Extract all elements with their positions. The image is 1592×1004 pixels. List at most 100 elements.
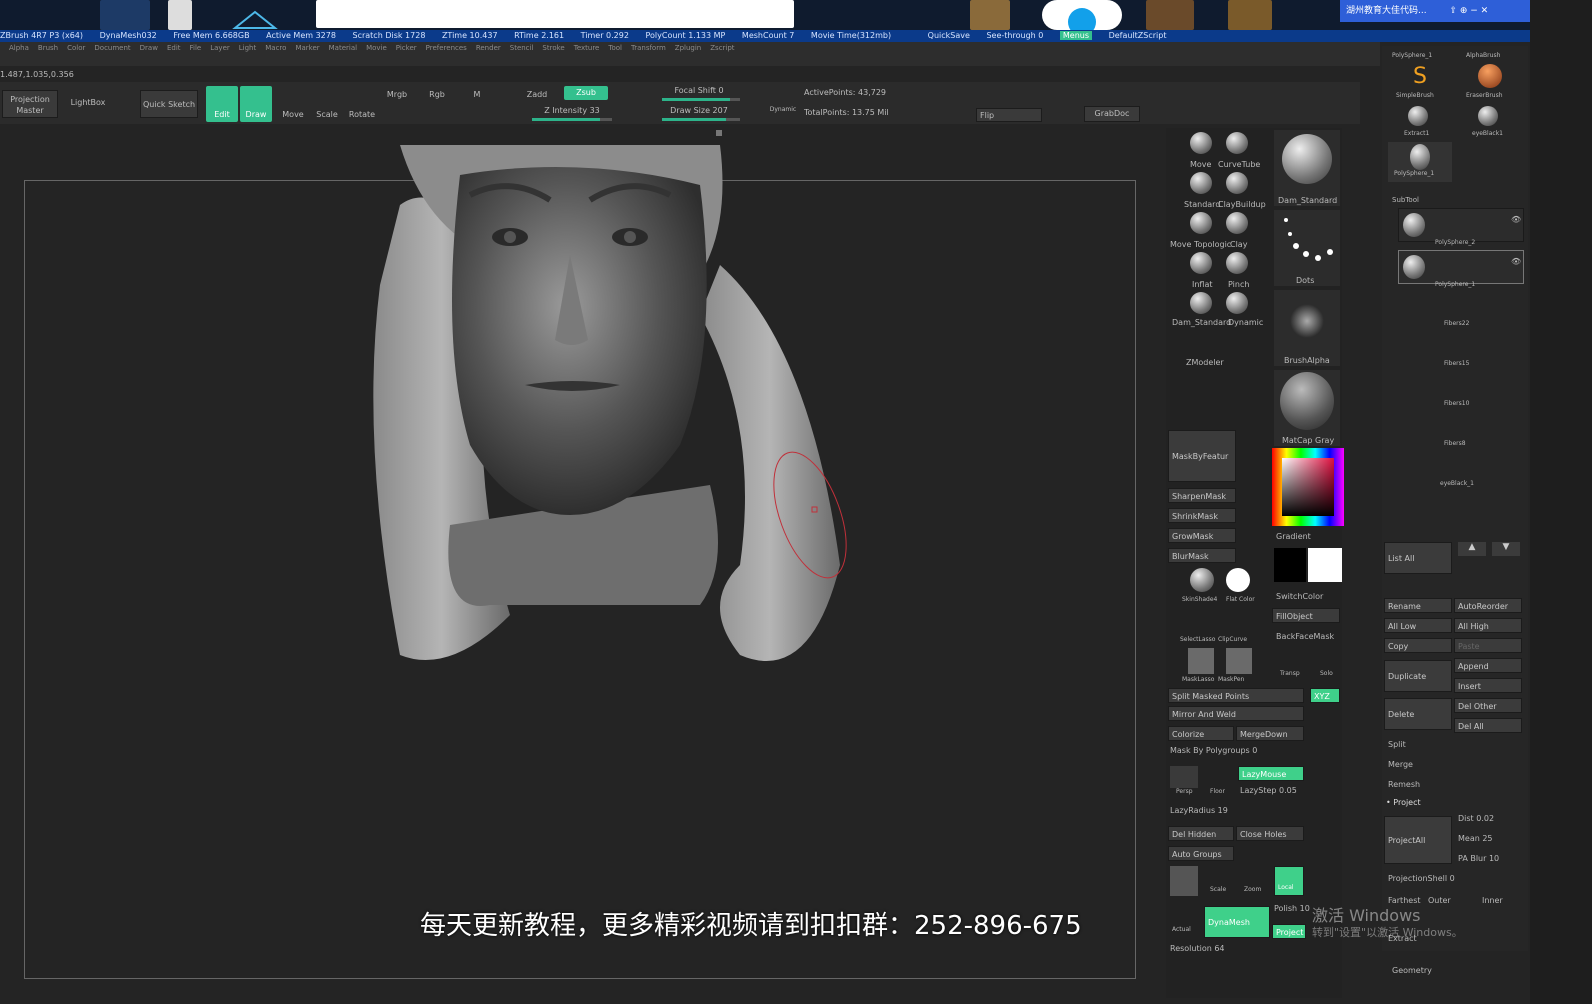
subtool-header[interactable]: SubTool — [1392, 196, 1419, 204]
default-zscript[interactable]: DefaultZScript — [1109, 31, 1167, 40]
zmodeler-label[interactable]: ZModeler — [1186, 358, 1224, 367]
zsub-button[interactable]: Zsub — [564, 86, 608, 100]
z-intensity-label[interactable]: Z Intensity 33 — [532, 106, 612, 115]
claybuildup-brush-icon[interactable] — [1226, 172, 1248, 194]
menu-zplugin[interactable]: Zplugin — [675, 42, 701, 54]
standard-brush-icon[interactable] — [1190, 172, 1212, 194]
secondary-color-swatch[interactable] — [1274, 548, 1306, 582]
auto-reorder-button[interactable]: AutoReorder — [1454, 598, 1522, 613]
eye-icon[interactable]: 👁 — [1511, 215, 1521, 224]
move-down-arrow-icon[interactable]: ▼ — [1492, 542, 1520, 556]
menu-texture[interactable]: Texture — [574, 42, 600, 54]
solo-button[interactable]: Solo — [1320, 670, 1333, 677]
rotate-button[interactable]: Rotate — [348, 110, 376, 119]
dynamesh-project-toggle[interactable]: Project — [1272, 924, 1306, 939]
menu-alpha[interactable]: Alpha — [9, 42, 29, 54]
rgb-button[interactable]: Rgb — [424, 90, 450, 99]
projection-master-button[interactable]: Projection Master — [2, 90, 58, 118]
color-picker[interactable] — [1272, 448, 1344, 526]
clip-curve-label[interactable]: ClipCurve — [1218, 636, 1247, 643]
menu-stencil[interactable]: Stencil — [510, 42, 534, 54]
duplicate-button[interactable]: Duplicate — [1384, 660, 1452, 692]
projection-shell-slider[interactable]: ProjectionShell 0 — [1388, 874, 1455, 883]
dist-slider[interactable]: Dist 0.02 — [1458, 814, 1494, 823]
color-field[interactable] — [1282, 458, 1334, 516]
browser-window-thumb[interactable] — [316, 0, 794, 28]
current-brush-slot[interactable]: Dam_Standard — [1274, 130, 1340, 206]
menu-layer[interactable]: Layer — [210, 42, 230, 54]
mask-by-feature-button[interactable]: MaskByFeatur — [1168, 430, 1236, 482]
menu-brush[interactable]: Brush — [38, 42, 58, 54]
menu-render[interactable]: Render — [476, 42, 501, 54]
copy-button[interactable]: Copy — [1384, 638, 1452, 653]
menu-draw[interactable]: Draw — [140, 42, 158, 54]
polish-slider[interactable]: Polish 10 — [1274, 904, 1310, 913]
all-low-button[interactable]: All Low — [1384, 618, 1452, 633]
actual-label[interactable]: Actual — [1172, 926, 1191, 933]
project-section[interactable]: • Project — [1386, 798, 1421, 807]
move-up-arrow-icon[interactable]: ▲ — [1458, 542, 1486, 556]
simplebrush-icon[interactable]: S — [1408, 64, 1432, 90]
menu-file[interactable]: File — [190, 42, 202, 54]
draw-button[interactable]: Draw — [240, 86, 272, 122]
app-thumb-3[interactable] — [1228, 0, 1272, 30]
frame-icon[interactable] — [1170, 866, 1198, 896]
pa-blur-slider[interactable]: PA Blur 10 — [1458, 854, 1499, 863]
remesh-section[interactable]: Remesh — [1388, 780, 1420, 789]
tool-slot-polysphere-label[interactable]: PolySphere_1 — [1392, 52, 1432, 59]
menu-movie[interactable]: Movie — [366, 42, 387, 54]
stroke-slot[interactable]: Dots — [1274, 210, 1340, 286]
backface-mask-button[interactable]: BackFaceMask — [1276, 632, 1334, 641]
mean-slider[interactable]: Mean 25 — [1458, 834, 1493, 843]
menu-transform[interactable]: Transform — [631, 42, 666, 54]
wechat-window-title[interactable]: 湖州教育大佳代码... ⇪ ⊕ − ✕ — [1340, 0, 1540, 22]
menu-marker[interactable]: Marker — [295, 42, 319, 54]
alpha-slot[interactable]: BrushAlpha — [1274, 290, 1340, 366]
close-holes-button[interactable]: Close Holes — [1236, 826, 1304, 841]
menu-stroke[interactable]: Stroke — [542, 42, 564, 54]
menu-tool[interactable]: Tool — [608, 42, 622, 54]
m-button[interactable]: M — [470, 90, 484, 99]
subtool-eyeblack-label[interactable]: eyeBlack_1 — [1440, 480, 1474, 487]
lazyradius-slider[interactable]: LazyRadius 19 — [1170, 806, 1228, 815]
menu-macro[interactable]: Macro — [265, 42, 286, 54]
eraserbrush-icon[interactable] — [1478, 64, 1502, 88]
insert-button[interactable]: Insert — [1454, 678, 1522, 693]
draw-size-label[interactable]: Draw Size 207 — [662, 106, 736, 115]
z-intensity-slider[interactable] — [532, 118, 612, 121]
scale-label[interactable]: Scale — [1210, 886, 1226, 893]
mask-pen-icon[interactable] — [1226, 648, 1252, 674]
subtool-item-2[interactable]: PolySphere_1 👁 — [1398, 250, 1524, 288]
rename-button[interactable]: Rename — [1384, 598, 1452, 613]
menu-picker[interactable]: Picker — [396, 42, 417, 54]
menu-light[interactable]: Light — [239, 42, 256, 54]
app-thumb-1[interactable] — [970, 0, 1010, 30]
steam-icon[interactable] — [100, 0, 150, 30]
curvetube-brush-icon[interactable] — [1226, 132, 1248, 154]
current-tool-slot[interactable]: PolySphere_1 — [1388, 142, 1452, 182]
mask-by-polygroups-slider[interactable]: Mask By Polygroups 0 — [1170, 746, 1257, 755]
delete-button[interactable]: Delete — [1384, 698, 1452, 730]
move-button[interactable]: Move — [280, 110, 306, 119]
menus-toggle[interactable]: Menus — [1059, 31, 1093, 40]
clay-brush-icon[interactable] — [1226, 212, 1248, 234]
split-masked-points-button[interactable]: Split Masked Points — [1168, 688, 1304, 703]
list-all-button[interactable]: List All — [1384, 542, 1452, 574]
mrgb-button[interactable]: Mrgb — [382, 90, 412, 99]
menu-material[interactable]: Material — [329, 42, 357, 54]
focal-shift-slider[interactable] — [662, 98, 740, 101]
edit-button[interactable]: Edit — [206, 86, 238, 122]
dynamesh-button[interactable]: DynaMesh — [1204, 906, 1270, 938]
app-thumb-2[interactable] — [1146, 0, 1194, 30]
subtool-fibers8-label[interactable]: Fibers8 — [1444, 440, 1466, 447]
gradient-label[interactable]: Gradient — [1276, 532, 1311, 541]
lightbox-button[interactable]: LightBox — [66, 98, 110, 107]
sharpen-mask-button[interactable]: SharpenMask — [1168, 488, 1236, 503]
menu-color[interactable]: Color — [67, 42, 85, 54]
colorize-button[interactable]: Colorize — [1168, 726, 1234, 741]
geometry-section[interactable]: Geometry — [1392, 966, 1432, 975]
dynamic-button[interactable]: Dynamic — [766, 106, 800, 113]
tool-slot-alphabrush-label[interactable]: AlphaBrush — [1466, 52, 1500, 59]
move-topologic-brush-icon[interactable] — [1190, 212, 1212, 234]
inflat-brush-icon[interactable] — [1190, 252, 1212, 274]
